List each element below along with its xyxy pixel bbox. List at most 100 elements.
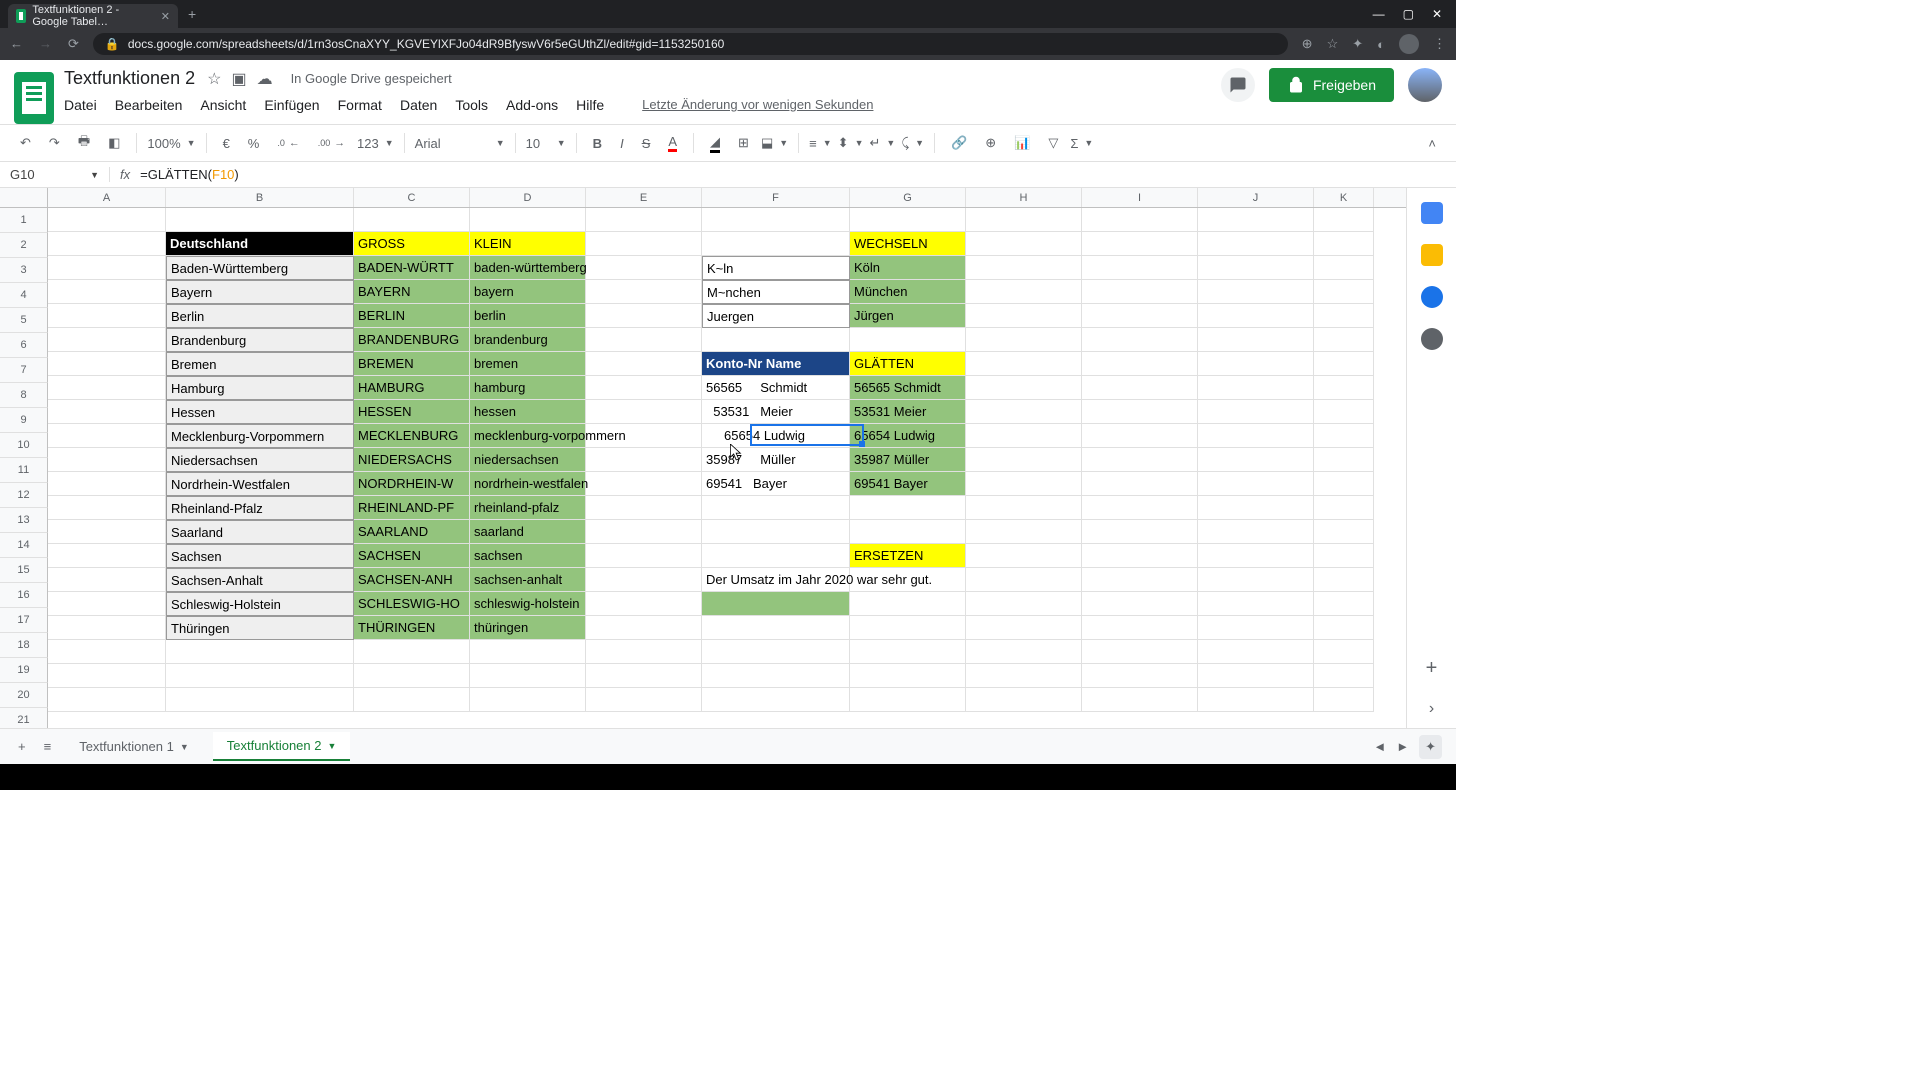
cell-c18[interactable]: THÜRINGEN bbox=[354, 616, 470, 640]
star-doc-icon[interactable]: ☆ bbox=[207, 69, 221, 89]
row-header[interactable]: 18 bbox=[0, 633, 48, 658]
cell-j18[interactable] bbox=[1198, 616, 1314, 640]
name-box-dropdown-icon[interactable]: ▼ bbox=[90, 170, 99, 180]
cell-f14[interactable] bbox=[702, 520, 850, 544]
cell-f15[interactable] bbox=[702, 544, 850, 568]
cell-i21[interactable] bbox=[1082, 688, 1198, 712]
menu-tools[interactable]: Tools bbox=[455, 97, 488, 113]
doc-title[interactable]: Textfunktionen 2 bbox=[64, 68, 195, 89]
zoom-select[interactable]: 100%▼ bbox=[147, 136, 195, 151]
cell-i19[interactable] bbox=[1082, 640, 1198, 664]
cell-a8[interactable] bbox=[48, 376, 166, 400]
print-button[interactable]: 🖶 bbox=[72, 128, 96, 158]
cell-d9[interactable]: hessen bbox=[470, 400, 586, 424]
cell-c21[interactable] bbox=[354, 688, 470, 712]
row-header[interactable]: 2 bbox=[0, 233, 48, 258]
col-header-d[interactable]: D bbox=[470, 188, 586, 207]
cell-f7[interactable]: Konto-Nr Name bbox=[702, 352, 850, 376]
cell-i12[interactable] bbox=[1082, 472, 1198, 496]
cell-b21[interactable] bbox=[166, 688, 354, 712]
cell-h2[interactable] bbox=[966, 232, 1082, 256]
fill-color-button[interactable]: ◢ bbox=[704, 130, 726, 157]
cell-c1[interactable] bbox=[354, 208, 470, 232]
row-header[interactable]: 19 bbox=[0, 658, 48, 683]
cell-c3[interactable]: BADEN-WÜRTT bbox=[354, 256, 470, 280]
cell-g2[interactable]: WECHSELN bbox=[850, 232, 966, 256]
sheet-tab-2[interactable]: Textfunktionen 2 ▼ bbox=[213, 732, 351, 761]
cell-c20[interactable] bbox=[354, 664, 470, 688]
row-header[interactable]: 15 bbox=[0, 558, 48, 583]
cell-a16[interactable] bbox=[48, 568, 166, 592]
menu-format[interactable]: Format bbox=[338, 97, 382, 113]
cell-k8[interactable] bbox=[1314, 376, 1374, 400]
cell-a20[interactable] bbox=[48, 664, 166, 688]
row-header[interactable]: 11 bbox=[0, 458, 48, 483]
row-header[interactable]: 20 bbox=[0, 683, 48, 708]
menu-bearbeiten[interactable]: Bearbeiten bbox=[115, 97, 183, 113]
col-header-i[interactable]: I bbox=[1082, 188, 1198, 207]
cell-g4[interactable]: München bbox=[850, 280, 966, 304]
row-header[interactable]: 6 bbox=[0, 333, 48, 358]
menu-datei[interactable]: Datei bbox=[64, 97, 97, 113]
cell-g13[interactable] bbox=[850, 496, 966, 520]
cell-k6[interactable] bbox=[1314, 328, 1374, 352]
cell-g16[interactable] bbox=[850, 568, 966, 592]
menu-hilfe[interactable]: Hilfe bbox=[576, 97, 604, 113]
row-header[interactable]: 3 bbox=[0, 258, 48, 283]
cell-a13[interactable] bbox=[48, 496, 166, 520]
cell-i14[interactable] bbox=[1082, 520, 1198, 544]
cell-b18[interactable]: Thüringen bbox=[166, 616, 354, 640]
cell-i20[interactable] bbox=[1082, 664, 1198, 688]
extension-pin-icon[interactable]: ◐ bbox=[1377, 37, 1385, 52]
sheet-tab-1[interactable]: Textfunktionen 1 ▼ bbox=[65, 733, 203, 760]
tasks-addon-icon[interactable] bbox=[1421, 286, 1443, 308]
cell-b5[interactable]: Berlin bbox=[166, 304, 354, 328]
cell-h3[interactable] bbox=[966, 256, 1082, 280]
cloud-icon[interactable]: ☁ bbox=[257, 69, 273, 89]
cell-k9[interactable] bbox=[1314, 400, 1374, 424]
cell-b3[interactable]: Baden-Württemberg bbox=[166, 256, 354, 280]
contacts-addon-icon[interactable] bbox=[1421, 328, 1443, 350]
cell-j4[interactable] bbox=[1198, 280, 1314, 304]
cell-c7[interactable]: BREMEN bbox=[354, 352, 470, 376]
cell-g11[interactable]: 35987 Müller bbox=[850, 448, 966, 472]
cell-c4[interactable]: BAYERN bbox=[354, 280, 470, 304]
row-header[interactable]: 10 bbox=[0, 433, 48, 458]
cell-d12[interactable]: nordrhein-westfalen bbox=[470, 472, 586, 496]
row-header[interactable]: 4 bbox=[0, 283, 48, 308]
cell-j1[interactable] bbox=[1198, 208, 1314, 232]
last-edit-link[interactable]: Letzte Änderung vor wenigen Sekunden bbox=[642, 97, 873, 113]
cell-e2[interactable] bbox=[586, 232, 702, 256]
move-doc-icon[interactable]: ▣ bbox=[231, 69, 246, 89]
cell-c17[interactable]: SCHLESWIG-HO bbox=[354, 592, 470, 616]
cell-e8[interactable] bbox=[586, 376, 702, 400]
cell-h19[interactable] bbox=[966, 640, 1082, 664]
cell-i2[interactable] bbox=[1082, 232, 1198, 256]
font-select[interactable]: Arial▼ bbox=[415, 136, 505, 151]
row-header[interactable]: 1 bbox=[0, 208, 48, 233]
cell-h18[interactable] bbox=[966, 616, 1082, 640]
chart-button[interactable]: 📊 bbox=[1008, 131, 1036, 155]
cell-d20[interactable] bbox=[470, 664, 586, 688]
cell-j5[interactable] bbox=[1198, 304, 1314, 328]
cell-a11[interactable] bbox=[48, 448, 166, 472]
cell-b11[interactable]: Niedersachsen bbox=[166, 448, 354, 472]
cell-a5[interactable] bbox=[48, 304, 166, 328]
cell-b6[interactable]: Brandenburg bbox=[166, 328, 354, 352]
cell-i13[interactable] bbox=[1082, 496, 1198, 520]
select-all-corner[interactable] bbox=[0, 188, 48, 207]
cell-i1[interactable] bbox=[1082, 208, 1198, 232]
spreadsheet-grid[interactable]: A B C D E F G H I J K 123456789101112131… bbox=[0, 188, 1406, 728]
cell-e20[interactable] bbox=[586, 664, 702, 688]
cell-i8[interactable] bbox=[1082, 376, 1198, 400]
cell-j2[interactable] bbox=[1198, 232, 1314, 256]
cell-h8[interactable] bbox=[966, 376, 1082, 400]
calendar-addon-icon[interactable] bbox=[1421, 202, 1443, 224]
cell-j8[interactable] bbox=[1198, 376, 1314, 400]
cell-k10[interactable] bbox=[1314, 424, 1374, 448]
cell-g21[interactable] bbox=[850, 688, 966, 712]
cell-g18[interactable] bbox=[850, 616, 966, 640]
cell-k18[interactable] bbox=[1314, 616, 1374, 640]
cell-a7[interactable] bbox=[48, 352, 166, 376]
cell-g3[interactable]: Köln bbox=[850, 256, 966, 280]
